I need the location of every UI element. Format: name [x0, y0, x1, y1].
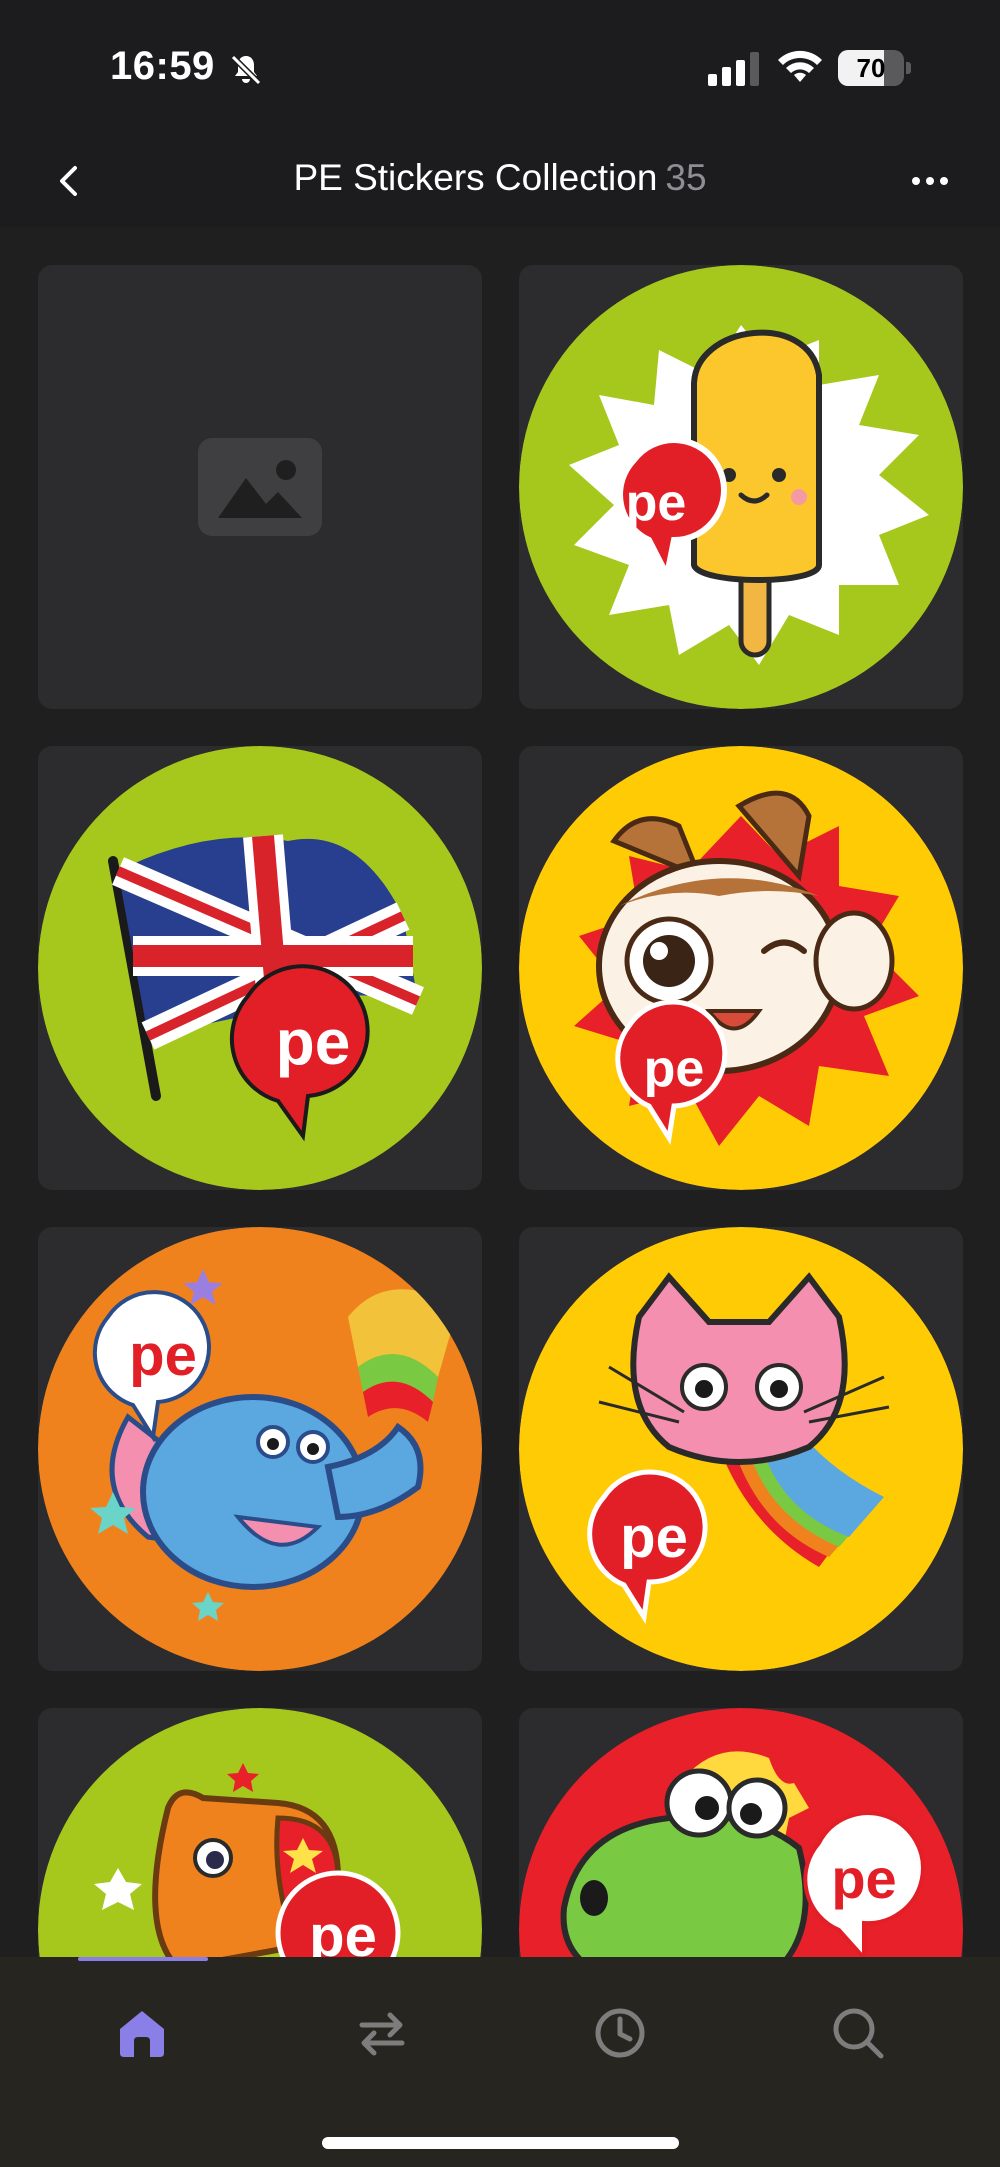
pe-logo-text: pe — [626, 474, 687, 532]
sticker-grid: pe pe pe pe pe pe pe — [38, 265, 963, 1957]
status-bar: 16:59 70 — [0, 0, 1000, 135]
sticker-tile-dinosaur[interactable]: pe — [519, 1708, 963, 1957]
sticker-capybara: pe — [38, 1708, 482, 1957]
image-placeholder-icon — [198, 438, 322, 536]
battery-nub — [906, 62, 911, 74]
sticker-tile-elephant[interactable]: pe — [38, 1227, 482, 1671]
wifi-icon — [778, 50, 822, 82]
home-indicator — [322, 2137, 679, 2149]
sticker-grid-container: pe pe pe pe pe pe pe — [0, 227, 1000, 1957]
battery-percent: 70 — [856, 53, 886, 83]
sticker-ice-pop: pe — [519, 265, 963, 709]
tab-home[interactable] — [82, 1995, 202, 2083]
navigation-bar: PE Stickers Collection 35 — [0, 135, 1000, 227]
sticker-tile-capybara[interactable]: pe — [38, 1708, 482, 1957]
pe-logo-text: pe — [129, 1323, 197, 1388]
sticker-winking-cat: pe — [519, 746, 963, 1190]
bell-muted-icon — [230, 54, 262, 86]
sticker-rainbow-cat: pe — [519, 1227, 963, 1671]
sticker-tile-ice-pop[interactable]: pe — [519, 265, 963, 709]
status-time: 16:59 — [110, 44, 215, 88]
active-tab-indicator — [78, 1957, 208, 1961]
sticker-tile-uk-flag[interactable]: pe — [38, 746, 482, 1190]
sticker-tile-winking-cat[interactable]: pe — [519, 746, 963, 1190]
tab-search[interactable] — [798, 1995, 918, 2083]
search-icon — [833, 2008, 884, 2059]
sticker-tile-rainbow-cat[interactable]: pe — [519, 1227, 963, 1671]
collection-name: PE Stickers Collection — [293, 157, 658, 198]
sticker-uk-flag: pe — [38, 746, 482, 1190]
transfer-icon — [359, 2012, 405, 2056]
pe-logo-text: pe — [309, 1904, 377, 1957]
tab-history[interactable] — [560, 1995, 680, 2083]
sticker-count: 35 — [665, 157, 707, 198]
battery-body: 70 — [838, 50, 904, 86]
clock-icon — [595, 2008, 645, 2058]
pe-logo-text: pe — [620, 1505, 688, 1570]
page-title: PE Stickers Collection 35 — [0, 157, 1000, 199]
pe-logo-text: pe — [276, 1006, 351, 1078]
tab-transfer[interactable] — [322, 1995, 442, 2083]
home-icon — [120, 2011, 164, 2057]
sticker-dinosaur: pe — [519, 1708, 963, 1957]
tab-bar — [0, 1957, 1000, 2167]
pe-logo-text: pe — [831, 1847, 896, 1910]
pe-logo-text: pe — [644, 1040, 705, 1098]
battery-indicator: 70 — [838, 50, 912, 86]
more-options-icon[interactable] — [900, 155, 960, 207]
cellular-signal-icon — [708, 52, 759, 86]
sticker-tile-placeholder[interactable] — [38, 265, 482, 709]
sticker-elephant: pe — [38, 1227, 482, 1671]
